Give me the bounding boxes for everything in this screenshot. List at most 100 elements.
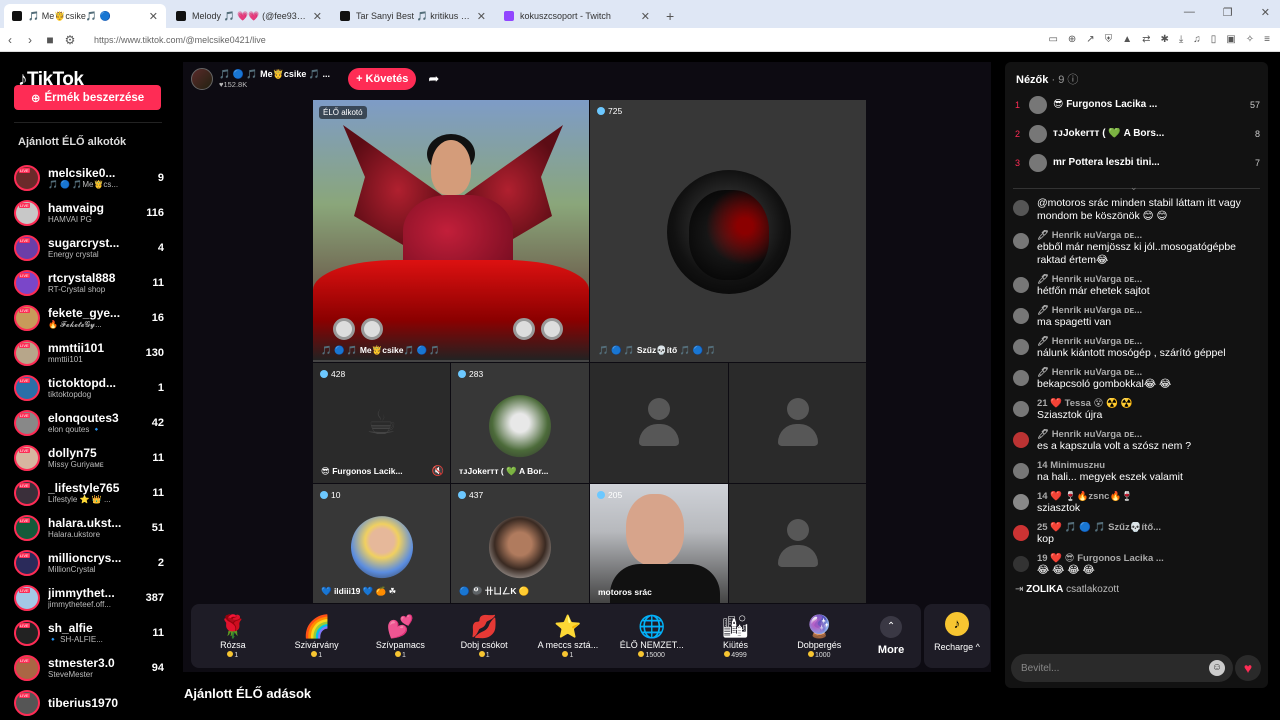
gift-item[interactable]: 💕 Szívpamacs 1 (359, 614, 443, 659)
recharge-button[interactable]: ♪ Recharge ^ (924, 604, 990, 668)
creator-item[interactable]: jimmythet...jimmytheteef.off... 387 (14, 580, 164, 615)
chat-username[interactable]: 🖊 Henrik ʜuVarga ᴅᴇ... (1037, 305, 1263, 316)
creator-item[interactable]: tictoktopd...tiktoktopdog 1 (14, 370, 164, 405)
gift-item[interactable]: 🔮 Dobpergés 1000 (777, 614, 861, 659)
gift-item[interactable]: 💋 Dobj csókot 1 (442, 614, 526, 659)
creator-item[interactable]: fekete_gye...🔥 𝓕𝓮𝓴𝓮𝓽𝓮𝓖𝔂... 16 (14, 300, 164, 335)
empty-seat[interactable] (590, 363, 728, 483)
chat-avatar[interactable] (1013, 339, 1029, 355)
creator-item[interactable]: melcsike0...🎵 🔵 🎵Me🤴cs... 9 (14, 160, 164, 195)
creator-item[interactable]: mmttii101mmttii101 130 (14, 335, 164, 370)
chat-username[interactable]: 🖊 Henrik ʜuVarga ᴅᴇ... (1037, 336, 1263, 347)
chat-avatar[interactable] (1013, 308, 1029, 324)
rewards-icon[interactable]: ▲ (1122, 34, 1132, 45)
brave-shield-icon[interactable]: ⛨ (1105, 34, 1113, 45)
creator-item[interactable]: halara.ukst...Halara.ukstore 51 (14, 510, 164, 545)
close-tab-icon[interactable]: ✕ (149, 10, 158, 23)
chat-avatar[interactable] (1013, 432, 1029, 448)
menu-icon[interactable]: ≡ (1264, 34, 1270, 45)
chat-avatar[interactable] (1013, 525, 1029, 541)
chat-input[interactable]: Bevitel... ☺ (1011, 654, 1233, 682)
chat-username[interactable]: 🖊 Henrik ʜuVarga ᴅᴇ... (1037, 367, 1263, 378)
sidebar-icon[interactable]: ▯ (1211, 34, 1217, 45)
share-page-icon[interactable]: ↗ (1086, 34, 1094, 45)
creator-item[interactable]: hamvaipgHAMVAI PG 116 (14, 195, 164, 230)
guest-video[interactable]: 205 motoros srác (590, 484, 728, 603)
creator-item[interactable]: elonqoutes3elon qoutes 🔹 42 (14, 405, 164, 440)
chat-username[interactable]: 14 Minimuszʜu (1037, 460, 1263, 471)
top-viewer-row[interactable]: 3 mr Pottera leszbi tini... 7 (1015, 148, 1260, 177)
extension-icon[interactable]: ✱ (1160, 34, 1168, 45)
chat-avatar[interactable] (1013, 200, 1029, 216)
minimize-icon[interactable]: — (1184, 6, 1195, 19)
creator-item[interactable]: rtcrystal888RT-Crystal shop 11 (14, 265, 164, 300)
chat-avatar[interactable] (1013, 233, 1029, 249)
chat-avatar[interactable] (1013, 463, 1029, 479)
chat-message[interactable]: 25 ❤️ 🎵 🔵 🎵 Szűz💀ítő... kop (1013, 522, 1263, 546)
host-name[interactable]: 🎵 🔵 🎵 Me🤴csike 🎵 ... (219, 69, 330, 80)
site-info-icon[interactable]: ⚙ (60, 33, 80, 47)
creator-item[interactable]: tiberius1970 (14, 685, 164, 720)
chat-username[interactable]: 🖊 Henrik ʜuVarga ᴅᴇ... (1037, 230, 1263, 241)
gift-item[interactable]: 🌐 ÉLŐ NEMZET... 15000 (610, 614, 694, 659)
close-tab-icon[interactable]: ✕ (641, 10, 650, 23)
close-window-icon[interactable]: ✕ (1261, 6, 1270, 19)
chat-username[interactable]: 🖊 Henrik ʜuVarga ᴅᴇ... (1037, 429, 1263, 440)
creator-item[interactable]: dollyn75Missy Guriyaᴍᴇ 11 (14, 440, 164, 475)
guest-video[interactable]: 283 ᴛᴊJokerтт ( 💚 A Bor... (451, 363, 589, 483)
chat-message[interactable]: 🖊 Henrik ʜuVarga ᴅᴇ... ebből már nemjössz… (1013, 230, 1263, 267)
chat-message[interactable]: 🖊 Henrik ʜuVarga ᴅᴇ... bekapcsoló gombokk… (1013, 367, 1263, 391)
chat-message[interactable]: 21 ❤️ Tessa 😵 ☢️ ☢️ Sziasztok újra (1013, 398, 1263, 422)
creator-item[interactable]: millioncrys...MillionCrystal 2 (14, 545, 164, 580)
new-tab-icon[interactable]: + (666, 4, 674, 28)
reader-icon[interactable]: ▭ (1048, 34, 1057, 45)
chat-message[interactable]: 14 Minimuszʜu na hali... megyek eszek val… (1013, 460, 1263, 484)
chat-username[interactable]: 25 ❤️ 🎵 🔵 🎵 Szűz💀ítő... (1037, 522, 1263, 533)
chevron-down-icon[interactable]: ⌄ (1130, 182, 1138, 193)
chat-username[interactable]: 🖊 Henrik ʜuVarga ᴅᴇ... (1037, 274, 1263, 285)
chat-message[interactable]: 14 ❤️ 🍷🔥zsnc🔥🍷 sziasztok (1013, 491, 1263, 515)
zoom-icon[interactable]: ⊕ (1068, 34, 1076, 45)
browser-tab[interactable]: 🎵 Me🤴csike🎵 🔵 ✕ (4, 4, 166, 28)
chat-message[interactable]: 🖊 Henrik ʜuVarga ᴅᴇ... ma spagetti van (1013, 305, 1263, 329)
chat-username[interactable]: 21 ❤️ Tessa 😵 ☢️ ☢️ (1037, 398, 1263, 409)
gift-item[interactable]: ⭐ A meccs sztá... 1 (526, 614, 610, 659)
gift-item[interactable]: 🌹 Rózsa 1 (191, 614, 275, 659)
download-icon[interactable]: ⤓ (1179, 34, 1183, 45)
guest-video[interactable]: 437 🔵 🎱 卄ㄩㄥK 🟡 (451, 484, 589, 603)
media-icon[interactable]: ♫ (1193, 34, 1201, 45)
more-gifts-button[interactable]: ⌃ More (861, 616, 921, 656)
gift-item[interactable]: 🌈 Szivárvány 1 (275, 614, 359, 659)
emoji-icon[interactable]: ☺ (1209, 660, 1225, 676)
host-avatar[interactable] (191, 68, 213, 90)
forward-icon[interactable]: › (20, 33, 40, 47)
browser-tab[interactable]: Tar Sanyi Best 🎵 kritikus 🎵 (@szoy ✕ (332, 4, 494, 28)
chat-avatar[interactable] (1013, 494, 1029, 510)
chat-message[interactable]: 🖊 Henrik ʜuVarga ᴅᴇ... nálunk kiántott mo… (1013, 336, 1263, 360)
chat-avatar[interactable] (1013, 277, 1029, 293)
share-icon[interactable]: ➦ (428, 71, 439, 87)
browser-tab[interactable]: kokuszcsoport - Twitch ✕ (496, 4, 658, 28)
close-tab-icon[interactable]: ✕ (477, 10, 486, 23)
back-icon[interactable]: ‹ (0, 33, 20, 47)
url-field[interactable]: https://www.tiktok.com/@melcsike0421/liv… (94, 35, 1048, 45)
wallet-icon[interactable]: ▣ (1226, 34, 1235, 45)
bookmark-icon[interactable]: ■ (40, 33, 60, 47)
empty-seat[interactable] (729, 363, 866, 483)
chat-username[interactable]: 19 ❤️ 😎 Furgonos Lacika ... (1037, 553, 1263, 564)
creator-item[interactable]: sugarcryst...Energy crystal 4 (14, 230, 164, 265)
like-heart-icon[interactable]: ♥ (1235, 655, 1261, 681)
creator-item[interactable]: stmester3.0SteveMester 94 (14, 650, 164, 685)
chat-message[interactable]: @motoros srác minden stabil láttam itt v… (1013, 197, 1263, 223)
top-viewer-row[interactable]: 2 ᴛᴊJokerтт ( 💚 A Bors... 8 (1015, 119, 1260, 148)
chat-avatar[interactable] (1013, 370, 1029, 386)
join-user[interactable]: ZOLIKA (1026, 584, 1063, 595)
browser-tab[interactable]: Melody 🎵 💗💗 (@fee939) ÉLŐ ✕ (168, 4, 330, 28)
follow-button[interactable]: + Követés (348, 68, 417, 90)
info-icon[interactable]: ⓘ (1067, 74, 1078, 86)
guest-video[interactable]: 10 💙 ildiii19 💙 🍊 ☘ (313, 484, 450, 603)
chat-avatar[interactable] (1013, 401, 1029, 417)
get-coins-button[interactable]: ⊕ Érmék beszerzése (14, 85, 161, 110)
chat-message[interactable]: 🖊 Henrik ʜuVarga ᴅᴇ... hétfőn már ehetek … (1013, 274, 1263, 298)
chat-username[interactable]: 14 ❤️ 🍷🔥zsnc🔥🍷 (1037, 491, 1263, 502)
